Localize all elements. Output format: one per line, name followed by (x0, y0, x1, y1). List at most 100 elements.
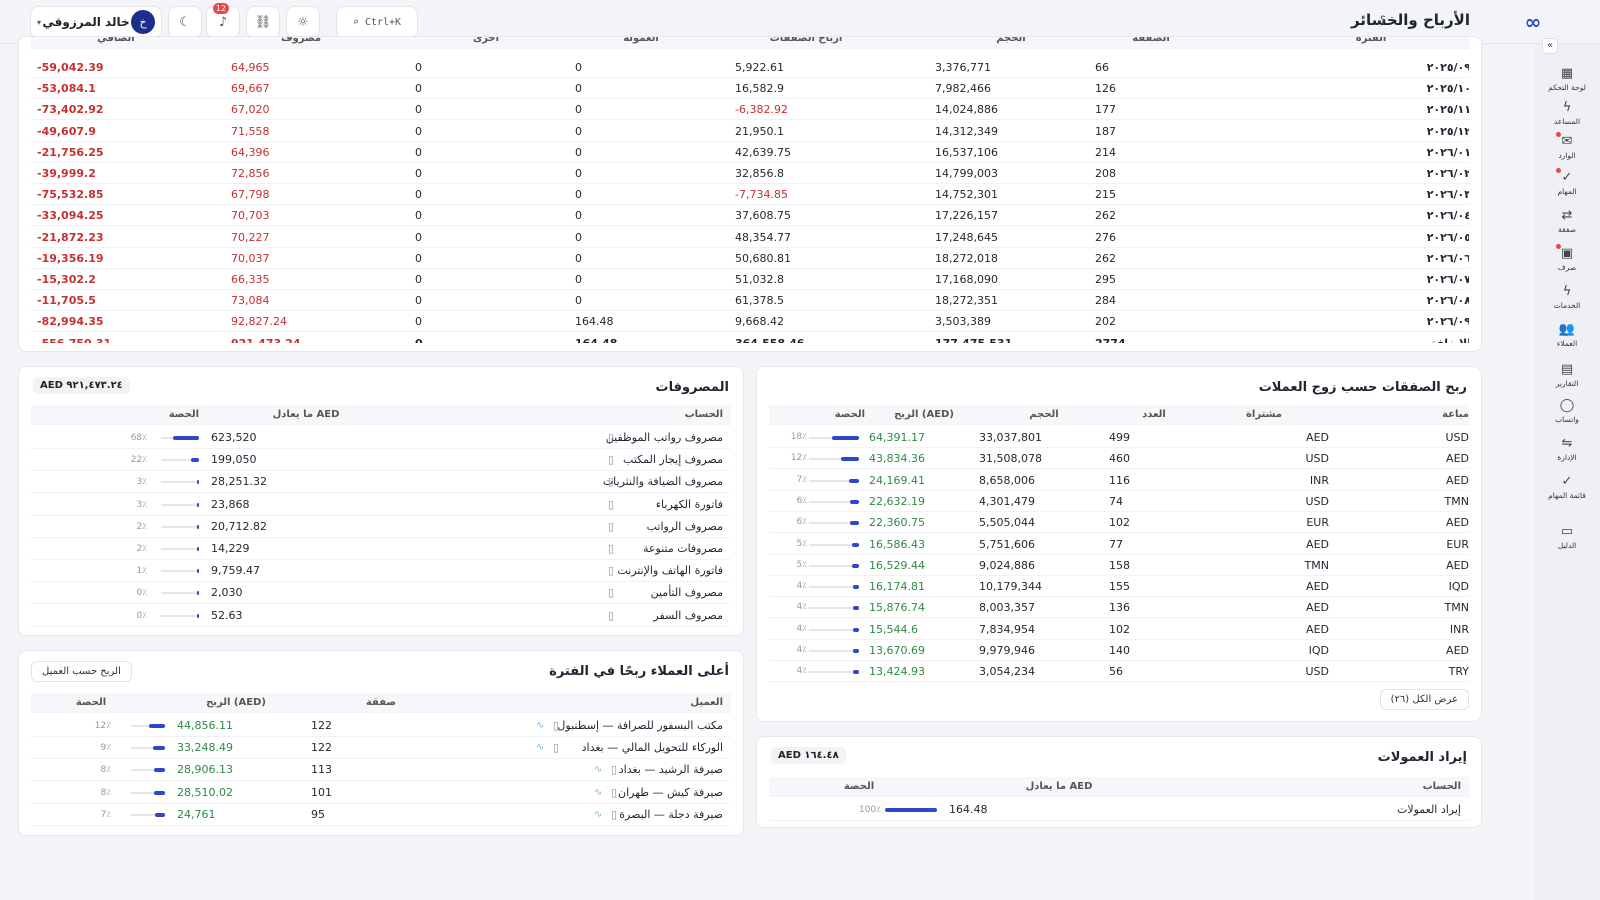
theme-toggle-button[interactable]: ☾ (168, 6, 202, 38)
activity-icon[interactable]: ∿ (594, 804, 608, 826)
sidebar-item[interactable]: ✓ المهام (1536, 168, 1598, 196)
sidebar-item[interactable]: ϟ المساعد (1536, 100, 1598, 126)
document-icon[interactable]: ▯ (601, 560, 621, 582)
cell: TRY (1448, 665, 1469, 679)
document-icon[interactable]: ▯ (601, 538, 621, 560)
document-icon[interactable]: ▯ (601, 605, 621, 627)
column-header[interactable]: أرباح الصفقات (731, 37, 881, 49)
activity-icon[interactable]: ∿ (536, 737, 550, 759)
search-button[interactable]: ⌕ Ctrl+K (336, 6, 418, 38)
amount: 23,868 (211, 497, 250, 511)
column-header[interactable]: الحصة (31, 693, 151, 713)
notifications-button[interactable]: ♪ 12 (206, 3, 240, 38)
cell: 17,226,157 (935, 209, 998, 223)
sidebar-item[interactable]: ▣ صرف (1536, 244, 1598, 272)
document-icon[interactable]: ▯ (553, 737, 567, 759)
column-header[interactable]: الصفقة (1091, 37, 1211, 49)
document-icon[interactable]: ▯ (611, 782, 625, 804)
activity-icon[interactable]: ∿ (594, 782, 608, 804)
share-bar (853, 627, 859, 632)
column-header[interactable]: الحساب (1169, 777, 1461, 797)
help-icon[interactable]: ؟ (1380, 14, 1386, 27)
sidebar-item-label: المساعد (1553, 117, 1581, 126)
cell: TMN (1304, 558, 1329, 572)
account-name: مصروفات متنوعة (643, 542, 723, 555)
link-button[interactable]: ⛓ (246, 6, 280, 38)
table-row: USD AED 499 33,037,801 64,391.17 18٪ (769, 427, 1469, 448)
cell: 92,827.24 (231, 315, 287, 329)
column-header[interactable]: العميل (471, 693, 723, 713)
cell: USD (1305, 452, 1329, 466)
cell: 3,503,389 (935, 315, 991, 329)
column-header[interactable]: الحصة (31, 405, 201, 425)
sidebar-item[interactable]: ✓ قائمة المهام (1536, 474, 1598, 500)
sidebar-item[interactable]: ✉ الوارد (1536, 132, 1598, 160)
document-icon[interactable]: ▯ (601, 449, 621, 471)
cell: 9,668.42 (735, 315, 784, 329)
amount: 52.63 (211, 608, 243, 622)
cell: EUR (1306, 516, 1329, 530)
cell: 22,360.75 (869, 516, 925, 530)
sidebar-item[interactable]: ◯ واتساب (1536, 398, 1598, 424)
column-header[interactable]: الحساب (411, 405, 723, 425)
activity-icon[interactable]: ∿ (594, 759, 608, 781)
column-header[interactable]: العدد (1109, 405, 1199, 425)
sidebar-item-label: الإدارة (1557, 453, 1577, 462)
table-row: مصروف السفر ▯ 52.63 0٪ (31, 605, 731, 627)
document-icon[interactable]: ▯ (611, 759, 625, 781)
cell: -53,084.1 (37, 82, 96, 96)
document-icon[interactable]: ▯ (601, 471, 621, 493)
pairs-card: ربح الصفقات حسب زوج العملات مباعة مشتراة ا… (756, 366, 1482, 722)
document-icon[interactable]: ▯ (601, 494, 621, 516)
column-header[interactable]: العمولة (571, 37, 711, 49)
cell: 33,037,801 (979, 431, 1042, 444)
document-icon[interactable]: ▯ (601, 582, 621, 604)
column-header[interactable]: أخرى (411, 37, 561, 49)
view-all-button[interactable]: عرض الكل (٢٦) (1379, 689, 1469, 710)
document-icon[interactable]: ▯ (611, 804, 625, 826)
column-header[interactable]: ما يعادل AED (211, 405, 401, 425)
cell: TMN (1444, 494, 1469, 508)
share-bar (197, 547, 199, 551)
sidebar-item[interactable]: ▦ لوحة التحكم (1536, 66, 1598, 92)
cell: 0 (575, 103, 582, 117)
column-header[interactable]: الحصة (769, 777, 949, 797)
sidebar-item[interactable]: ⇋ الإدارة (1536, 436, 1598, 462)
sidebar-item-label: واتساب (1555, 415, 1579, 424)
column-header[interactable]: الربح (AED) (869, 405, 979, 425)
column-header[interactable]: الفترة (1271, 37, 1469, 49)
document-icon[interactable]: ▯ (601, 516, 621, 538)
document-icon[interactable]: ▯ (553, 715, 567, 737)
column-header[interactable]: الحصة (769, 405, 865, 425)
share-percent: 2٪ (136, 544, 147, 554)
sidebar-item-label: الوارد (1558, 151, 1576, 160)
sidebar-collapse-button[interactable]: « (1542, 38, 1558, 54)
cell: 70,703 (231, 209, 270, 223)
sidebar-item[interactable]: 👥 العملاء (1536, 322, 1598, 348)
sidebar-item[interactable]: ▤ التقارير (1536, 362, 1598, 388)
sidebar-item[interactable]: ϟ الخدمات (1536, 284, 1598, 310)
column-header[interactable]: ما يعادل AED (949, 777, 1169, 797)
sidebar-item[interactable]: ⇄ صفقة (1536, 208, 1598, 234)
profit-by-client-button[interactable]: الربح حسب العميل (31, 661, 132, 682)
bug-report-button[interactable]: ☼ (286, 6, 320, 38)
column-header[interactable]: مصروف (221, 37, 381, 49)
column-header[interactable]: الحجم (979, 405, 1109, 425)
activity-icon[interactable]: ∿ (536, 715, 550, 737)
share-bar (197, 480, 199, 485)
sidebar-item[interactable]: ▭ الدليل (1536, 524, 1598, 550)
link-icon: ⛓ (254, 14, 272, 30)
column-header[interactable]: الحجم (931, 37, 1091, 49)
deals-count: 113 (311, 763, 332, 777)
share-percent: 3٪ (136, 477, 147, 488)
amount: 9,759.47 (211, 564, 260, 578)
column-header[interactable]: الربح (AED) (171, 693, 301, 713)
user-menu[interactable]: خ خالد المرزوقي ▾ (30, 6, 162, 38)
column-header[interactable]: مباعة (1329, 405, 1469, 425)
column-header[interactable]: مشتراة (1199, 405, 1329, 425)
column-header[interactable]: الصافي (31, 37, 201, 49)
cell: -73,402.92 (37, 103, 104, 117)
document-icon[interactable]: ▯ (601, 427, 621, 449)
share-percent: 2٪ (136, 521, 147, 532)
column-header[interactable]: صفقة (311, 693, 451, 713)
